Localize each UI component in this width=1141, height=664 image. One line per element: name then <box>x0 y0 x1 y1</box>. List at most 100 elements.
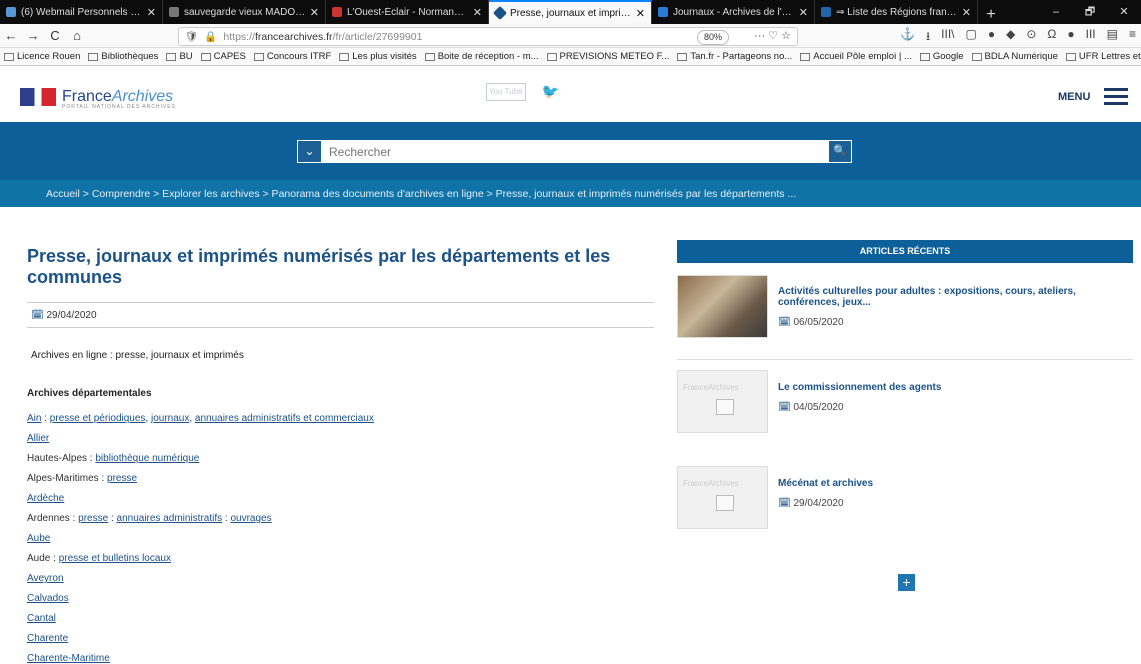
separator: : <box>69 513 79 524</box>
youtube-icon[interactable]: You Tube <box>486 83 526 101</box>
browser-tab[interactable]: L'Ouest-Éclair - Normannia : le ✕ <box>326 0 489 24</box>
close-tab-icon[interactable]: ✕ <box>799 6 808 19</box>
close-tab-icon[interactable]: ✕ <box>147 6 156 19</box>
toolbar-extension-icon[interactable]: ● <box>988 27 995 48</box>
department-link[interactable]: Charente-Maritime <box>27 653 110 664</box>
close-tab-icon[interactable]: ✕ <box>636 7 645 20</box>
article-thumbnail[interactable]: FranceArchives <box>677 370 768 433</box>
recent-articles-heading: ARTICLES RÉCENTS <box>677 240 1133 263</box>
toolbar-extension-icon[interactable]: ⊙ <box>1026 27 1036 48</box>
hamburger-menu-icon[interactable] <box>1104 88 1128 109</box>
forward-button[interactable]: → <box>22 28 44 43</box>
department-link[interactable]: Aube <box>27 533 50 544</box>
resource-link[interactable]: ouvrages <box>230 513 271 524</box>
load-more-button[interactable]: + <box>898 574 915 591</box>
browser-tab[interactable]: (6) Webmail Personnels :: Boîte ✕ <box>0 0 163 24</box>
toolbar-icons: ⚓ ⭳ III\ ▢ ● ◆ ⊙ Ω ● III ▤ ≡ <box>900 27 1136 48</box>
placeholder-image-icon <box>716 495 734 511</box>
zoom-indicator[interactable]: 80% <box>696 30 729 45</box>
bookmark-item[interactable]: Google <box>916 51 968 62</box>
browser-tab-active[interactable]: Presse, journaux et imprimés n ✕ <box>489 0 652 24</box>
favicon-icon <box>821 7 831 17</box>
resource-link[interactable]: annuaires administratifs et commerciaux <box>195 413 374 424</box>
bookmark-item[interactable]: CAPES <box>197 51 250 62</box>
browser-tab[interactable]: sauvegarde vieux MADOC LSH ✕ <box>163 0 326 24</box>
bookmark-label: Concours ITRF <box>266 51 332 62</box>
bookmark-folder-icon <box>800 52 811 61</box>
close-tab-icon[interactable]: ✕ <box>310 6 319 19</box>
resource-link[interactable]: journaux <box>151 413 189 424</box>
toolbar-extension-icon[interactable]: ⚓ <box>900 27 915 48</box>
toolbar-extension-icon[interactable]: III\ <box>941 27 954 48</box>
browser-tab[interactable]: ⇒ Liste des Régions françaises ✕ <box>815 0 978 24</box>
toolbar-extension-icon[interactable]: ▤ <box>1107 27 1118 48</box>
bookmark-folder-icon <box>677 52 688 61</box>
resource-link[interactable]: presse <box>78 513 108 524</box>
divider <box>27 327 654 328</box>
recent-article-card[interactable]: Activités culturelles pour adultes : exp… <box>677 275 1133 339</box>
resource-link[interactable]: presse et bulletins locaux <box>59 553 171 564</box>
bookmarks-bar: Licence Rouen Bibliothèques BU CAPES Concour… <box>0 48 1141 66</box>
recent-article-card[interactable]: FranceArchives Le commissionnement des a… <box>677 370 1133 434</box>
bookmark-label: Les plus visités <box>352 51 417 62</box>
bookmark-item[interactable]: UFR Lettres et langage... <box>1062 51 1141 62</box>
menu-label[interactable]: MENU <box>1058 91 1090 103</box>
recent-article-card[interactable]: FranceArchives Mécénat et archives 🗓 29/… <box>677 466 1133 530</box>
bookmark-item[interactable]: PREVISIONS METEO F... <box>543 51 674 62</box>
article-title-link[interactable]: Le commissionnement des agents <box>778 382 941 393</box>
minimize-button[interactable]: – <box>1039 0 1073 24</box>
francearchives-logo[interactable]: FranceArchives PORTAIL NATIONAL DES ARCH… <box>20 88 175 110</box>
url-bar[interactable]: 🛡 🔒 https://francearchives.fr/fr/article… <box>178 27 798 46</box>
social-links: You Tube 🐦 <box>486 83 559 101</box>
page-actions[interactable]: ··· ♡ ☆ <box>754 29 791 42</box>
search-filter-dropdown[interactable]: ⌄ <box>298 141 321 162</box>
toolbar-extension-icon[interactable]: ◆ <box>1006 27 1015 48</box>
close-window-button[interactable]: ✕ <box>1107 0 1141 24</box>
reload-button[interactable]: C <box>44 28 66 43</box>
toolbar-extension-icon[interactable]: ⭳ <box>926 27 930 48</box>
bookmark-folder-icon <box>200 52 211 61</box>
department-link[interactable]: Aveyron <box>27 573 64 584</box>
department-link[interactable]: Cantal <box>27 613 56 624</box>
list-item: Allier <box>27 433 49 444</box>
bookmark-item[interactable]: Concours ITRF <box>250 51 335 62</box>
toolbar-extension-icon[interactable]: ≡ <box>1129 27 1136 48</box>
bookmark-item[interactable]: Boite de réception - m... <box>421 51 543 62</box>
home-button[interactable]: ⌂ <box>66 28 88 43</box>
resource-link[interactable]: presse <box>107 473 137 484</box>
toolbar-extension-icon[interactable]: III <box>1086 27 1096 48</box>
search-icon[interactable]: 🔍 <box>829 141 851 162</box>
article-title-link[interactable]: Mécénat et archives <box>778 478 873 489</box>
toolbar-extension-icon[interactable]: Ω <box>1047 27 1056 48</box>
toolbar-extension-icon[interactable]: ● <box>1067 27 1074 48</box>
browser-tab[interactable]: Journaux - Archives de l'Ain - s ✕ <box>652 0 815 24</box>
bookmark-item[interactable]: BU <box>162 51 196 62</box>
breadcrumb-text[interactable]: Accueil > Comprendre > Explorer les arch… <box>46 188 796 200</box>
bookmark-item[interactable]: Les plus visités <box>335 51 420 62</box>
bookmark-item[interactable]: Licence Rouen <box>0 51 84 62</box>
resource-link[interactable]: presse et périodiques <box>50 413 146 424</box>
department-link[interactable]: Calvados <box>27 593 69 604</box>
bookmark-item[interactable]: BDLA Numérique <box>968 51 1062 62</box>
new-tab-button[interactable]: + <box>978 6 1004 24</box>
department-link[interactable]: Allier <box>27 433 49 444</box>
article-title-link[interactable]: Activités culturelles pour adultes : exp… <box>778 286 1123 308</box>
bookmark-folder-icon <box>166 52 177 61</box>
close-tab-icon[interactable]: ✕ <box>473 6 482 19</box>
search-input[interactable] <box>321 141 829 162</box>
bookmark-item[interactable]: Bibliothèques <box>84 51 162 62</box>
bookmark-item[interactable]: Accueil Pôle emploi | ... <box>796 51 916 62</box>
resource-link[interactable]: bibliothèque numérique <box>95 453 199 464</box>
article-thumbnail[interactable] <box>677 275 768 338</box>
department-link[interactable]: Ain <box>27 413 41 424</box>
department-link[interactable]: Charente <box>27 633 68 644</box>
article-thumbnail[interactable]: FranceArchives <box>677 466 768 529</box>
twitter-icon[interactable]: 🐦 <box>542 83 559 101</box>
back-button[interactable]: ← <box>0 28 22 43</box>
maximize-button[interactable]: 🗗 <box>1073 0 1107 24</box>
close-tab-icon[interactable]: ✕ <box>962 6 971 19</box>
bookmark-item[interactable]: Tan.fr - Partageons no... <box>673 51 796 62</box>
resource-link[interactable]: annuaires administratifs <box>117 513 223 524</box>
department-link[interactable]: Ardèche <box>27 493 64 504</box>
toolbar-extension-icon[interactable]: ▢ <box>966 27 977 48</box>
